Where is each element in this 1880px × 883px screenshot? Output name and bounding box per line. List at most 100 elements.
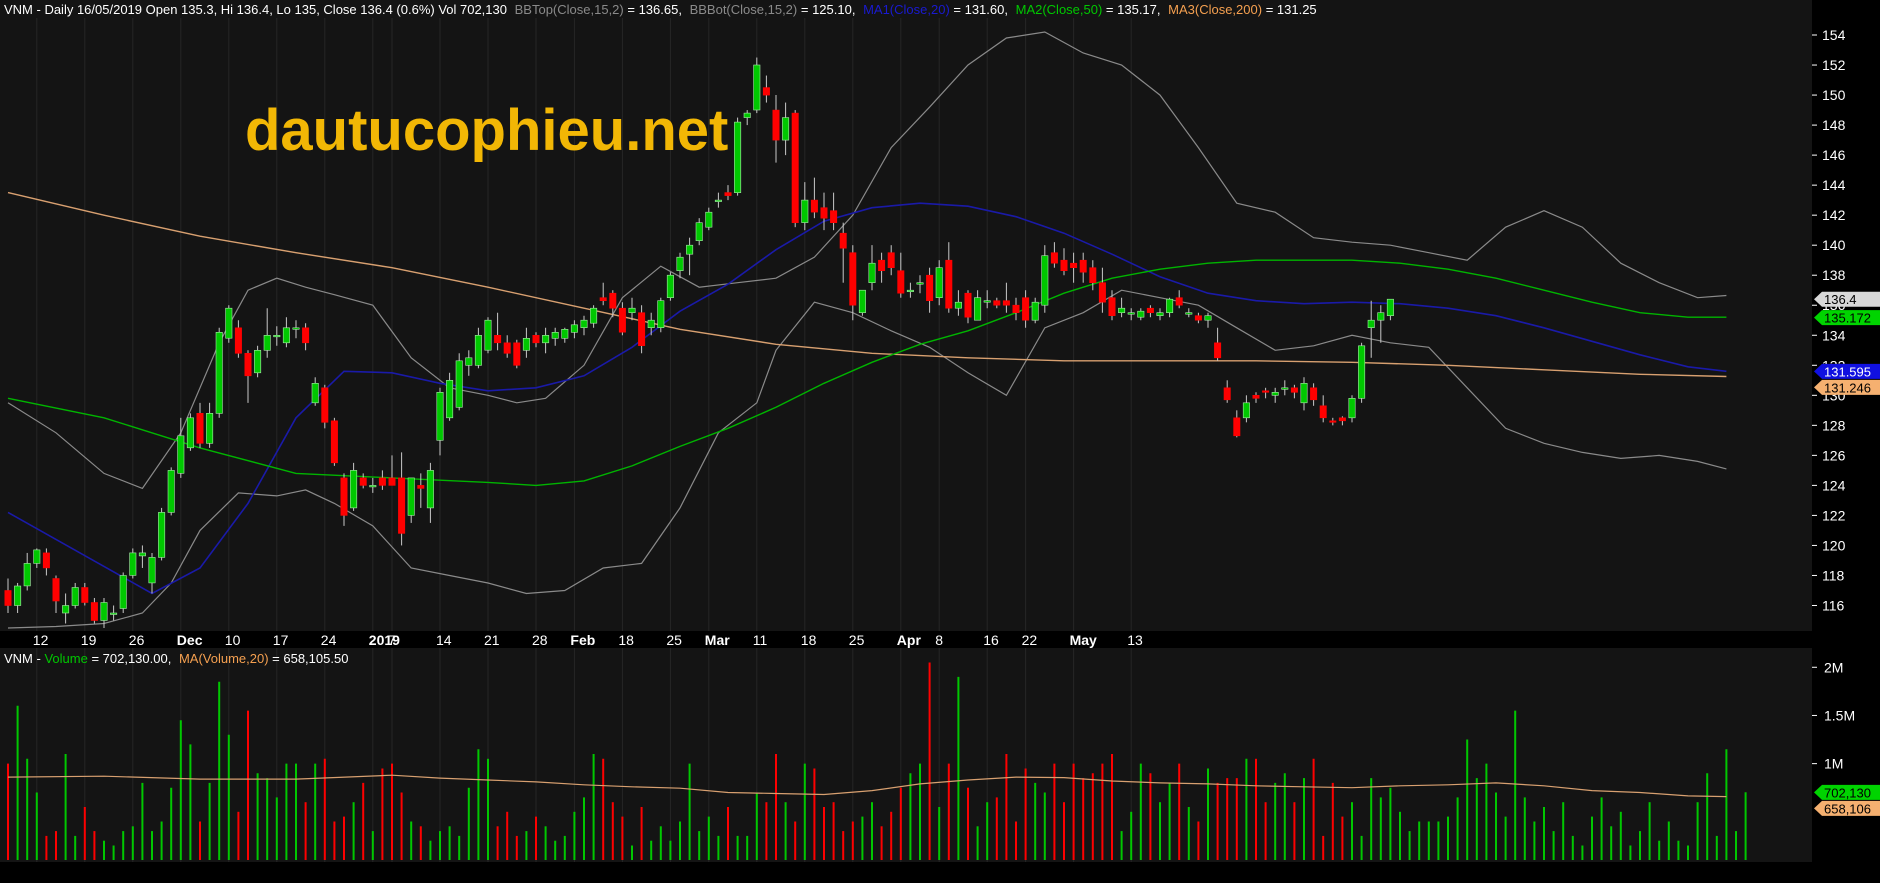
candle-body-up [282,327,290,344]
candle-body-up [983,300,991,303]
candle-body-up [206,412,214,444]
candle-body-up [628,307,636,314]
candle-body-down [1050,252,1058,264]
candle-body-up [484,319,492,351]
candle-body-up [753,64,761,111]
candle-body-up [1041,255,1049,306]
date-tick-label: Apr [897,632,922,648]
candle-body-down [1070,262,1078,269]
date-tick-label: 25 [666,632,682,648]
date-tick-label: 11 [753,632,768,648]
candle-body-down [1108,297,1116,317]
date-tick-label: Dec [177,632,203,648]
candle-body-up [695,222,703,241]
volume-ma-label: MA(Volume,20) [179,651,269,666]
price-tick-label: 148 [1822,117,1846,133]
candle-body-up [868,262,876,284]
candle-body-up [782,117,790,141]
volume-badges: 702,130658,106 [1814,784,1880,816]
price-badge-text: 136.4 [1824,292,1857,307]
price-tick-label: 138 [1822,267,1846,283]
candle-body-up [714,199,722,202]
bbtop-value: = 136.65, [624,2,682,17]
candle-body-up [1281,387,1289,390]
candle-body-up [935,267,943,299]
candle-body-up [225,307,233,339]
candle-body-down [1319,405,1327,419]
price-panel[interactable] [0,0,1812,631]
date-tick-label: 7 [388,632,396,648]
candle-body-up [647,319,655,329]
candle-body-up [580,319,588,329]
candle-body-up [657,300,665,329]
candle-body-up [1242,402,1250,419]
volume-tick-label: 1M [1824,756,1843,772]
date-tick-label: 21 [484,632,500,648]
candle-body-down [1329,420,1337,423]
candle-body-down [618,307,626,333]
candle-body-up [1137,310,1145,318]
candle-body-up [1118,307,1126,314]
header-quote: VNM - Daily 16/05/2019 Open 135.3, Hi 13… [4,2,507,17]
candle-body-up [676,256,684,272]
date-tick-label: 17 [273,632,289,648]
date-tick-label: 8 [935,632,943,648]
candle [129,548,137,579]
candle [119,572,127,613]
candle-body-down [1002,300,1010,306]
candle-body-down [90,602,98,621]
price-tick-label: 154 [1822,27,1846,43]
candle-body-up [561,328,569,339]
candle [1358,342,1366,403]
candle-body-up [148,557,156,584]
candle-body-up [273,334,281,338]
date-tick-label: Mar [705,632,730,648]
candle-body-down [417,485,425,489]
date-tick-label: 18 [618,632,634,648]
candle-body-up [446,379,454,419]
candle-body-down [1022,297,1030,321]
candle-body-down [762,87,770,96]
date-tick-label: 10 [225,632,241,648]
candle [666,272,674,301]
price-badge-text: 131.595 [1824,364,1871,379]
date-tick-label: 19 [81,632,97,648]
candle-body-down [820,207,828,219]
date-tick-label: 13 [1127,632,1143,648]
candle-body-up [62,605,70,614]
stock-chart-window[interactable]: dautucophieu.net 116 118 120 122 124 126 128 13… [0,0,1880,878]
candle-body-up [1377,312,1385,321]
candle-body-up [119,575,127,609]
ma1-label: MA1(Close,20) [863,2,950,17]
candle-body-down [724,192,732,196]
candle-body-up [311,382,319,404]
price-tick-label: 128 [1822,417,1846,433]
candle-body-up [686,244,694,255]
candle-body-up [1300,382,1308,404]
candle-body-down [81,587,89,603]
candle [858,289,866,316]
ma2-value: = 135.17, [1102,2,1160,17]
candle-body-down [926,274,934,302]
price-tick-label: 142 [1822,207,1846,223]
chart-canvas[interactable]: dautucophieu.net 11611812012212412612813… [0,0,1880,878]
candle-body-down [609,292,617,309]
price-tick-label: 116 [1822,598,1845,614]
candle [791,110,799,228]
candle-body-down [1079,259,1087,273]
volume-ma-value: = 658,105.50 [269,651,349,666]
candle-body-up [254,349,262,374]
candle-body-down [321,387,329,423]
candle-body-up [1166,298,1174,314]
candle [225,305,233,343]
date-tick-label: Feb [570,632,595,648]
volume-panel[interactable] [0,648,1812,862]
candle-body-down [849,252,857,306]
candle-body-down [810,199,818,213]
candle-body-up [551,331,559,339]
candle-body-down [1223,387,1231,401]
candle-body-down [244,352,252,377]
candle-body-down [359,477,367,486]
candle-body-down [791,112,799,223]
candle-body-up [734,121,742,193]
